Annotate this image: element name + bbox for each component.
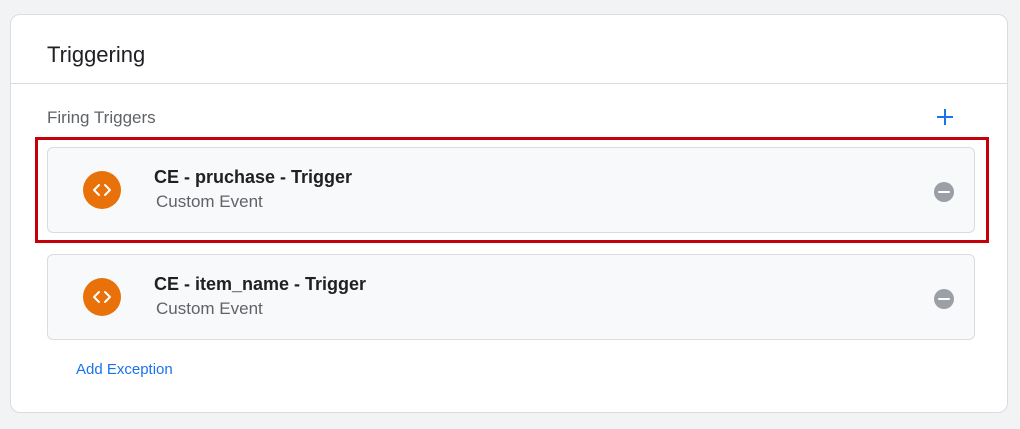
trigger-type: Custom Event	[156, 192, 263, 211]
add-exception-link[interactable]: Add Exception	[76, 360, 173, 380]
add-trigger-button[interactable]	[931, 103, 959, 131]
remove-trigger-button[interactable]	[934, 182, 954, 202]
card-header: Triggering	[11, 15, 1007, 84]
custom-event-code-icon	[83, 278, 121, 316]
trigger-type: Custom Event	[156, 299, 263, 318]
trigger-row[interactable]: CE - pruchase - Trigger Custom Event	[47, 147, 975, 233]
firing-triggers-label: Firing Triggers	[47, 108, 156, 127]
plus-icon	[937, 109, 953, 125]
trigger-name: CE - item_name - Trigger	[154, 274, 367, 294]
minus-icon	[938, 191, 950, 193]
trigger-row[interactable]: CE - item_name - Trigger Custom Event	[47, 254, 975, 340]
card-title: Triggering	[47, 42, 146, 67]
custom-event-code-icon	[83, 171, 121, 209]
minus-icon	[938, 298, 950, 300]
trigger-name: CE - pruchase - Trigger	[154, 167, 353, 187]
remove-trigger-button[interactable]	[934, 289, 954, 309]
triggering-card: Triggering Firing Triggers CE - pruchase…	[10, 14, 1008, 413]
